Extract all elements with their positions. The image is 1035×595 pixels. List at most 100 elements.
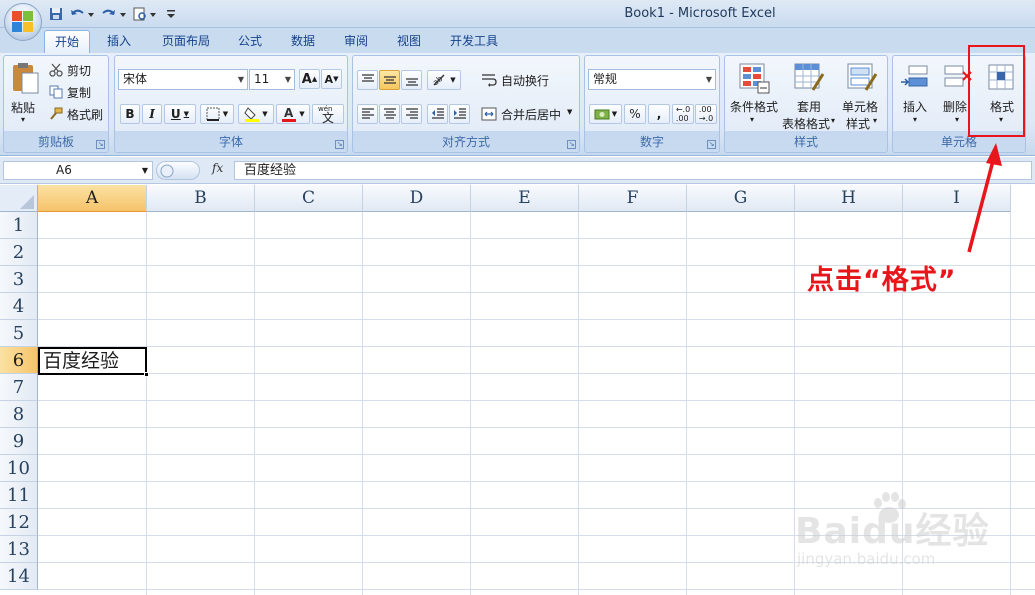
phonetic-guide-button[interactable]: wén 文 xyxy=(312,104,344,125)
column-header-c[interactable]: C xyxy=(255,185,363,212)
name-box[interactable]: A6 ▼ xyxy=(3,161,153,180)
insert-function-icon[interactable]: fx xyxy=(212,161,223,175)
wrap-text-button[interactable]: 自动换行 xyxy=(481,70,577,90)
underline-button[interactable]: U ▼ xyxy=(164,104,196,124)
grow-font-button[interactable]: A ▲ xyxy=(299,69,320,89)
row-header-8[interactable]: 8 xyxy=(0,401,38,428)
tab-view[interactable]: 视图 xyxy=(387,30,431,53)
gridline-horizontal xyxy=(38,589,1035,590)
row-header-6[interactable]: 6 xyxy=(0,347,38,374)
fill-color-button[interactable]: ▼ xyxy=(238,104,274,124)
tab-home[interactable]: 开始 xyxy=(44,30,90,53)
font-color-button[interactable]: A ▼ xyxy=(276,104,310,124)
font-launcher-icon[interactable]: ↘ xyxy=(335,140,344,149)
row-header-1[interactable]: 1 xyxy=(0,212,38,239)
row-header-12[interactable]: 12 xyxy=(0,509,38,536)
number-launcher-icon[interactable]: ↘ xyxy=(707,140,716,149)
tab-review[interactable]: 审阅 xyxy=(334,30,378,53)
tab-data[interactable]: 数据 xyxy=(281,30,325,53)
format-as-table-button[interactable]: 套用 表格格式 ▾ xyxy=(781,58,835,132)
tab-developer[interactable]: 开发工具 xyxy=(442,30,506,53)
align-left-button[interactable] xyxy=(357,104,378,124)
chevron-down-icon: ▼ xyxy=(141,166,148,175)
border-icon xyxy=(206,107,220,121)
column-header-f[interactable]: F xyxy=(579,185,687,212)
column-header-g[interactable]: G xyxy=(687,185,795,212)
column-header-e[interactable]: E xyxy=(471,185,579,212)
column-header-d[interactable]: D xyxy=(363,185,471,212)
tab-insert[interactable]: 插入 xyxy=(96,30,142,53)
bold-button[interactable]: B xyxy=(120,104,140,124)
gridline-vertical xyxy=(362,212,363,595)
align-top-button[interactable] xyxy=(357,70,378,90)
paste-button[interactable]: 粘贴 ▾ xyxy=(7,59,43,129)
chevron-down-icon: ▼ xyxy=(450,76,456,84)
select-all-corner[interactable] xyxy=(0,185,38,212)
active-cell[interactable]: 百度经验 xyxy=(38,347,147,375)
align-right-button[interactable] xyxy=(401,104,422,124)
phonetic-label: wén xyxy=(318,105,333,113)
column-header-b[interactable]: B xyxy=(147,185,255,212)
expand-handle[interactable] xyxy=(156,161,200,180)
column-header-a[interactable]: A xyxy=(38,185,147,212)
align-center-button[interactable] xyxy=(379,104,400,124)
font-name-select[interactable]: 宋体 ▼ xyxy=(118,69,248,90)
orientation-button[interactable]: ab ▼ xyxy=(427,70,461,90)
number-group: 常规 ▼ ▼ % , ←.0.00 .00 →.0 数字 ↘ xyxy=(584,55,720,153)
increase-indent-icon xyxy=(453,108,466,119)
customize-qat-icon[interactable] xyxy=(164,5,178,23)
row-header-13[interactable]: 13 xyxy=(0,536,38,563)
row-header-4[interactable]: 4 xyxy=(0,293,38,320)
column-header-h[interactable]: H xyxy=(795,185,903,212)
merge-center-button[interactable]: 合并后居中 ▼ xyxy=(481,104,577,124)
comma-button[interactable]: , xyxy=(648,104,670,124)
increase-indent-button[interactable] xyxy=(449,104,470,124)
tab-formulas[interactable]: 公式 xyxy=(228,30,272,53)
number-format-select[interactable]: 常规 ▼ xyxy=(588,69,716,90)
watermark-brand: Baidu经验 xyxy=(795,511,990,552)
redo-icon[interactable] xyxy=(100,5,128,23)
undo-icon[interactable] xyxy=(68,5,96,23)
chevron-down-icon: ▼ xyxy=(262,110,268,118)
watermark-url: jingyan.baidu.com xyxy=(797,550,936,568)
row-header-14[interactable]: 14 xyxy=(0,563,38,590)
decrease-decimal-button[interactable]: .00 →.0 xyxy=(695,104,717,124)
row-header-7[interactable]: 7 xyxy=(0,374,38,401)
align-bottom-button[interactable] xyxy=(401,70,422,90)
font-size-select[interactable]: 11 ▼ xyxy=(249,69,295,90)
borders-button[interactable]: ▼ xyxy=(200,104,234,124)
insert-cells-button[interactable]: 插入 ▾ xyxy=(895,58,935,132)
italic-button[interactable]: I xyxy=(142,104,162,124)
shrink-font-button[interactable]: A ▼ xyxy=(321,69,342,89)
wrap-text-icon xyxy=(482,74,497,87)
row-header-10[interactable]: 10 xyxy=(0,455,38,482)
tab-page-layout[interactable]: 页面布局 xyxy=(150,30,222,53)
gridline-vertical xyxy=(146,212,147,595)
copy-button[interactable]: 复制 xyxy=(49,83,105,101)
row-header-2[interactable]: 2 xyxy=(0,239,38,266)
row-header-3[interactable]: 3 xyxy=(0,266,38,293)
decrease-indent-button[interactable] xyxy=(427,104,448,124)
fill-handle[interactable] xyxy=(144,372,149,377)
print-preview-icon[interactable] xyxy=(132,5,158,23)
format-painter-button[interactable]: 格式刷 xyxy=(49,105,109,123)
office-button[interactable] xyxy=(4,3,42,41)
save-icon[interactable] xyxy=(48,5,64,23)
align-middle-button[interactable] xyxy=(379,70,400,90)
cut-button[interactable]: 剪切 xyxy=(49,61,105,79)
insert-cells-label: 插入 xyxy=(903,100,928,114)
accounting-format-button[interactable]: ▼ xyxy=(589,104,622,124)
formula-input[interactable]: 百度经验 xyxy=(234,161,1032,180)
chevron-down-icon: ▼ xyxy=(237,75,244,84)
increase-decimal-button[interactable]: ←.0.00 xyxy=(672,104,694,124)
row-header-5[interactable]: 5 xyxy=(0,320,38,347)
percent-button[interactable]: % xyxy=(624,104,646,124)
conditional-formatting-button[interactable]: 条件格式 ▾ xyxy=(727,58,781,132)
row-header-9[interactable]: 9 xyxy=(0,428,38,455)
column-header-i[interactable]: I xyxy=(903,185,1011,212)
conditional-formatting-label: 条件格式 xyxy=(730,100,779,114)
cell-styles-button[interactable]: 单元格 样式 ▾ xyxy=(837,58,887,132)
alignment-launcher-icon[interactable]: ↘ xyxy=(567,140,576,149)
clipboard-launcher-icon[interactable]: ↘ xyxy=(96,140,105,149)
row-header-11[interactable]: 11 xyxy=(0,482,38,509)
